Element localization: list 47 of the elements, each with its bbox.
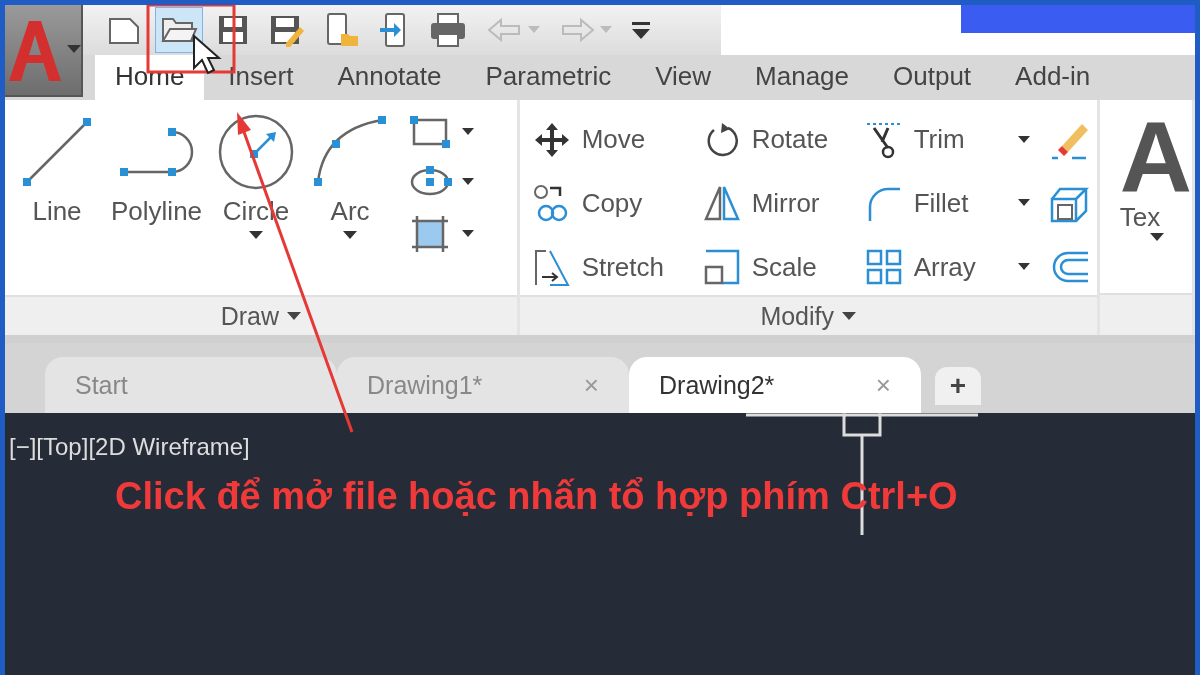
caret-icon [462, 128, 475, 136]
caret-icon [842, 311, 856, 321]
application-menu-button[interactable] [5, 5, 83, 97]
caret-icon [1017, 263, 1030, 272]
ribbon-button[interactable]: Line [13, 112, 101, 227]
panel-title[interactable]: Modify [519, 295, 1097, 335]
caret-icon [67, 45, 81, 55]
panel-title[interactable]: Draw [5, 295, 517, 335]
caret-icon [1017, 199, 1030, 208]
ribbon-button[interactable]: Scale [701, 245, 864, 290]
ribbon-button[interactable]: Polyline [107, 112, 207, 227]
toolbar-button[interactable] [155, 7, 203, 53]
ribbon-button[interactable]: Array [863, 245, 1044, 290]
ribbon-tab[interactable]: Insert [208, 55, 314, 100]
ribbon-tab[interactable]: View [635, 55, 732, 100]
ribbon-button[interactable]: Fillet [863, 181, 1044, 226]
caret-icon [1017, 135, 1030, 144]
ribbon-button[interactable]: A Tex [1099, 112, 1192, 242]
device-folder-icon [324, 12, 360, 48]
caret-icon [249, 231, 264, 240]
caret-icon [1149, 233, 1164, 242]
ribbon-button[interactable]: Arc [306, 112, 395, 240]
ribbon-button[interactable]: Stretch [531, 245, 702, 290]
ribbon-tab[interactable]: Add-in [995, 55, 1111, 100]
ribbon-tab[interactable]: Manage [735, 55, 870, 100]
document-tab[interactable]: Drawing2* × [629, 357, 921, 413]
caret-icon [462, 178, 475, 186]
caret-icon [462, 230, 475, 238]
ribbon-button[interactable]: Copy [531, 181, 702, 226]
ribbon-tab[interactable]: Parametric [465, 55, 632, 100]
rectangle-icon [408, 114, 453, 150]
text-glyph-icon: A [1119, 112, 1192, 202]
caret-icon [600, 26, 612, 34]
mouse-pointer-icon [193, 33, 222, 75]
new-tab-button[interactable]: + [935, 367, 981, 405]
ribbon-button[interactable]: Trim [863, 117, 1044, 162]
ribbon-tab[interactable]: Output [873, 55, 992, 100]
ribbon-button[interactable]: Mirror [701, 181, 864, 226]
caret-icon [528, 26, 540, 34]
save-as-icon [268, 13, 306, 47]
caret-icon [287, 311, 301, 321]
ribbon-tab[interactable]: Annotate [317, 55, 462, 100]
ribbon-button[interactable]: Rotate [701, 117, 864, 162]
print-icon [428, 12, 468, 48]
viewport-controls[interactable]: [−][Top][2D Wireframe] [9, 433, 250, 461]
ribbon-button[interactable]: Move [531, 117, 702, 162]
caret-icon [343, 231, 358, 240]
